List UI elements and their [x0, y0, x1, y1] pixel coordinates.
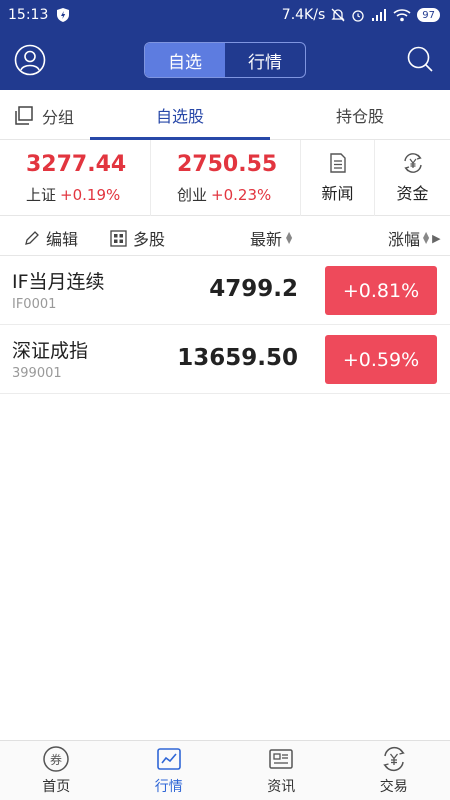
nav-news-label: 资讯: [267, 779, 296, 795]
search-icon[interactable]: [406, 45, 434, 73]
pencil-icon: [25, 231, 39, 245]
stock-change-button[interactable]: +0.59%: [325, 335, 437, 384]
change-label: 涨幅: [388, 230, 421, 249]
sort-arrows-icon: ▲ ▼: [423, 230, 430, 245]
sort-latest-button[interactable]: 最新 ▲ ▼: [250, 226, 292, 250]
sort-change-button[interactable]: 涨幅 ▲ ▼ ▶: [388, 226, 441, 250]
sub-tabs: 分组 自选股 持仓股: [0, 90, 450, 140]
net-speed: 7.4K/s: [281, 7, 326, 23]
index-change: +0.19%: [60, 186, 121, 204]
status-icons: 7.4K/s 97: [282, 7, 440, 23]
copy-group-icon: [15, 106, 33, 125]
battery-indicator: 97: [417, 8, 440, 22]
status-time: 15:13: [8, 7, 49, 23]
group-button[interactable]: 分组: [14, 104, 74, 128]
fund-label: 资金: [396, 184, 429, 203]
alarm-icon: [352, 10, 364, 22]
stock-code: IF0001: [12, 297, 57, 312]
bottom-nav: 券 首页 行情 资讯 交易: [0, 740, 450, 800]
tab-watch-stocks[interactable]: 自选股: [90, 90, 270, 140]
index-summary: 3277.44 上证 +0.19% 2750.55 创业 +0.23% 新闻 资金: [0, 140, 450, 216]
nav-home[interactable]: 券 首页: [0, 741, 113, 800]
index-shanghai[interactable]: 3277.44 上证 +0.19%: [0, 140, 150, 216]
table-row[interactable]: 深证成指 399001 13659.50 +0.59%: [0, 325, 450, 394]
trade-yuan-icon: [382, 746, 405, 772]
mute-bell-icon: [331, 8, 345, 22]
latest-label: 最新: [250, 230, 283, 249]
sort-arrows-icon: ▲ ▼: [286, 230, 293, 245]
holding-stocks-label: 持仓股: [335, 107, 384, 126]
index-name: 创业: [177, 186, 208, 204]
watch-stocks-label: 自选股: [155, 107, 204, 126]
tab-holding-stocks[interactable]: 持仓股: [300, 90, 420, 140]
wifi-icon: [393, 8, 411, 21]
tab-watchlist[interactable]: 自选: [145, 43, 225, 77]
multi-stock-label: 多股: [133, 230, 166, 249]
index-label: 上证 +0.19%: [26, 184, 120, 205]
index-value: 2750.55: [177, 152, 278, 177]
stock-name: IF当月连续: [12, 271, 105, 293]
edit-label: 编辑: [46, 230, 79, 249]
stock-change-button[interactable]: +0.81%: [325, 266, 437, 315]
grid-icon: [110, 229, 127, 247]
group-label: 分组: [42, 108, 75, 127]
list-header: 编辑 多股 最新 ▲ ▼ 涨幅 ▲ ▼ ▶: [0, 216, 450, 256]
news-label: 新闻: [321, 184, 354, 203]
app-header: 自选 行情: [0, 30, 450, 90]
fund-yuan-icon: [403, 153, 422, 173]
market-chart-icon: [156, 748, 181, 770]
stock-price: 13659.50: [177, 345, 298, 371]
stock-code: 399001: [12, 366, 62, 381]
coupon-home-icon: 券: [43, 746, 69, 772]
stock-price: 4799.2: [209, 276, 298, 302]
index-change: +0.23%: [211, 186, 272, 204]
multi-stock-button[interactable]: 多股: [110, 226, 165, 250]
nav-market-label: 行情: [154, 779, 183, 795]
tab-market[interactable]: 行情: [225, 43, 305, 77]
user-avatar-icon[interactable]: [14, 44, 46, 76]
status-bar: 15:13 7.4K/s 97: [0, 0, 450, 30]
shield-icon: [57, 8, 70, 22]
nav-trade-label: 交易: [379, 779, 408, 795]
caret-right-icon: ▶: [432, 231, 441, 245]
news-card-icon: [269, 749, 293, 769]
nav-news[interactable]: 资讯: [225, 741, 338, 800]
stock-name: 深证成指: [12, 340, 89, 362]
news-document-icon: [329, 153, 346, 173]
signal-icon: [372, 8, 387, 21]
header-segment: 自选 行情: [144, 42, 306, 78]
table-row[interactable]: IF当月连续 IF0001 4799.2 +0.81%: [0, 256, 450, 325]
svg-text:券: 券: [50, 752, 62, 767]
fund-button[interactable]: 资金: [374, 140, 450, 216]
index-chinext[interactable]: 2750.55 创业 +0.23%: [150, 140, 300, 216]
index-value: 3277.44: [26, 152, 127, 177]
index-label: 创业 +0.23%: [177, 184, 271, 205]
index-name: 上证: [26, 186, 57, 204]
edit-button[interactable]: 编辑: [24, 226, 78, 250]
nav-home-label: 首页: [42, 779, 71, 795]
nav-market[interactable]: 行情: [113, 741, 226, 800]
news-button[interactable]: 新闻: [300, 140, 374, 216]
nav-trade[interactable]: 交易: [338, 741, 450, 800]
